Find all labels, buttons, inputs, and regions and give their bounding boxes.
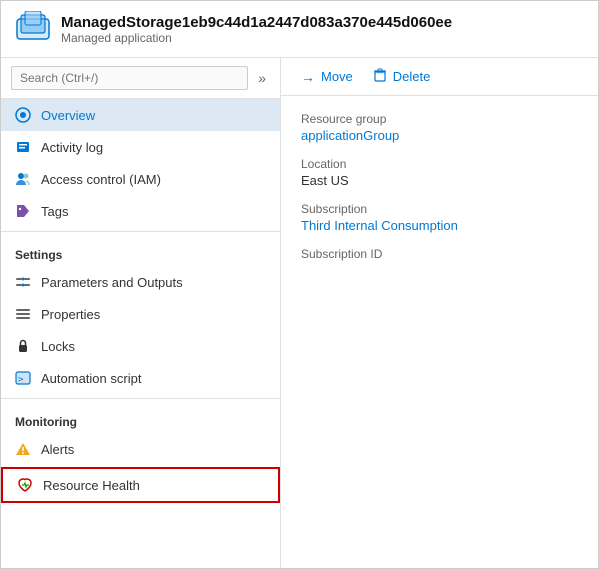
move-label: Move [321,69,353,84]
resource-health-icon [17,477,33,493]
search-bar: » [1,58,280,99]
app-title: ManagedStorage1eb9c44d1a2447d083a370e445… [61,14,452,31]
resource-group-value[interactable]: applicationGroup [301,128,578,143]
sidebar-item-access-control-label: Access control (IAM) [41,172,161,187]
locks-icon [15,338,31,354]
sidebar-item-tags[interactable]: Tags [1,195,280,227]
svg-text:>_: >_ [18,375,29,385]
move-icon: → [301,69,315,85]
subscription-value[interactable]: Third Internal Consumption [301,218,578,233]
delete-label: Delete [393,69,431,84]
iam-icon [15,171,31,187]
move-button[interactable]: → Move [301,69,353,85]
sidebar-item-alerts-label: Alerts [41,442,74,457]
sidebar-item-locks[interactable]: Locks [1,330,280,362]
alerts-icon [15,441,31,457]
sidebar-item-locks-label: Locks [41,339,75,354]
sidebar-item-activity-log[interactable]: Activity log [1,131,280,163]
subscription-row: Subscription Third Internal Consumption [301,202,578,233]
header-text: ManagedStorage1eb9c44d1a2447d083a370e445… [61,14,452,45]
divider-1 [1,231,280,232]
sidebar-item-tags-label: Tags [41,204,68,219]
delete-icon [373,68,387,85]
location-row: Location East US [301,157,578,188]
sidebar-item-overview-label: Overview [41,108,95,123]
sidebar-item-properties-label: Properties [41,307,100,322]
main-layout: » Overview Activity log Access control (… [1,58,598,568]
activity-log-icon [15,139,31,155]
sidebar-item-properties[interactable]: Properties [1,298,280,330]
sidebar-item-overview[interactable]: Overview [1,99,280,131]
collapse-button[interactable]: » [254,68,270,88]
sidebar-item-resource-health[interactable]: Resource Health [1,467,280,503]
sidebar-item-params-outputs[interactable]: Parameters and Outputs [1,266,280,298]
info-section: Resource group applicationGroup Location… [281,96,598,291]
search-input[interactable] [11,66,248,90]
app-subtitle: Managed application [61,31,452,45]
sidebar: » Overview Activity log Access control (… [1,58,281,568]
toolbar: → Move Delete [281,58,598,96]
overview-icon [15,107,31,123]
monitoring-section-label: Monitoring [1,403,280,433]
app-icon [15,11,51,47]
properties-icon [15,306,31,322]
params-icon [15,274,31,290]
resource-group-row: Resource group applicationGroup [301,112,578,143]
sidebar-item-resource-health-label: Resource Health [43,478,140,493]
location-label: Location [301,157,578,171]
sidebar-item-automation-label: Automation script [41,371,141,386]
automation-icon: >_ [15,370,31,386]
divider-2 [1,398,280,399]
sidebar-item-alerts[interactable]: Alerts [1,433,280,465]
sidebar-item-activity-log-label: Activity log [41,140,103,155]
content-area: → Move Delete Resource group application… [281,58,598,568]
subscription-id-row: Subscription ID [301,247,578,261]
subscription-id-label: Subscription ID [301,247,578,261]
app-header: ManagedStorage1eb9c44d1a2447d083a370e445… [1,1,598,58]
settings-section-label: Settings [1,236,280,266]
location-value: East US [301,173,578,188]
sidebar-item-automation[interactable]: >_ Automation script [1,362,280,394]
resource-group-label: Resource group [301,112,578,126]
delete-button[interactable]: Delete [373,68,431,85]
tags-icon [15,203,31,219]
subscription-label: Subscription [301,202,578,216]
sidebar-item-access-control[interactable]: Access control (IAM) [1,163,280,195]
sidebar-item-params-label: Parameters and Outputs [41,275,183,290]
